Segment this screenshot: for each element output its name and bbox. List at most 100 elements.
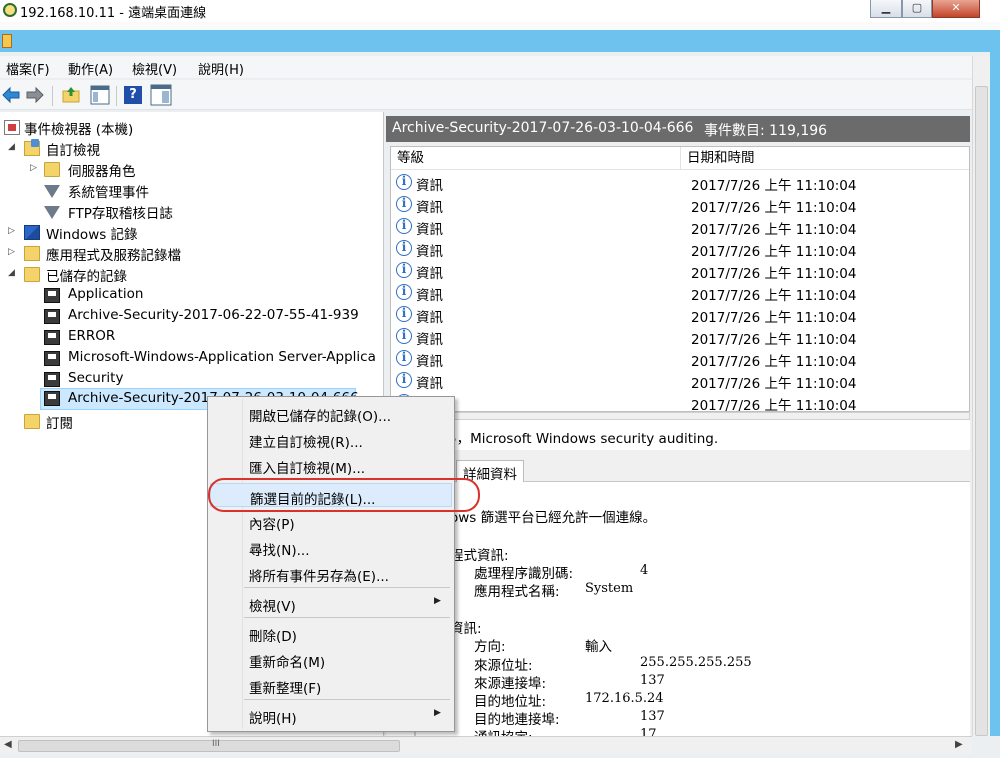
expanded-arrow-icon[interactable]: ◢ [8,142,15,152]
collapsed-arrow-icon[interactable]: ▷ [8,247,15,257]
up-folder-icon[interactable] [62,86,80,104]
horizontal-scrollbar[interactable]: ◀ III ▶ [0,736,972,754]
event-level: 資訊 [416,178,443,194]
menu-item-find[interactable]: 尋找(N)... [208,535,454,559]
info-icon: i [396,196,412,212]
event-datetime: 2017/7/26 上午 11:10:04 [691,178,857,194]
forward-arrow-icon[interactable] [26,86,44,104]
scrollbar-thumb[interactable] [18,740,400,752]
protocol-value: 17 [640,727,657,736]
back-arrow-icon[interactable] [2,86,20,104]
source-port-label: 來源連接埠: [474,676,547,692]
tree-item-label: 伺服器角色 [68,164,136,180]
menu-item-refresh[interactable]: 重新整理(F) [208,673,454,697]
table-row[interactable]: i資訊2017/7/26 上午 11:10:04 [391,391,969,412]
scrollbar-grip: III [212,739,220,749]
column-header-level[interactable]: 等級 [391,147,681,170]
protocol-label: 通訊協定: [474,726,533,736]
event-viewer-icon [4,120,20,135]
tree-item-label: Security [68,370,124,386]
menu-item-label: 匯入自訂檢視(M)... [249,461,366,477]
menu-item-help[interactable]: 說明(H) ▶ [208,703,454,727]
event-datetime: 2017/7/26 上午 11:10:04 [691,398,857,412]
menu-item-delete[interactable]: 刪除(D) [208,621,454,645]
event-datetime: 2017/7/26 上午 11:10:04 [691,354,857,370]
column-header-datetime[interactable]: 日期和時間 [681,147,969,170]
context-menu: 開啟已儲存的記錄(O)... 建立自訂檢視(R)... 匯入自訂檢視(M)...… [207,396,455,732]
event-datetime: 2017/7/26 上午 11:10:04 [691,288,857,304]
menu-help[interactable]: 說明(H) [198,59,244,78]
table-row[interactable]: i資訊2017/7/26 上午 11:10:04 [391,347,969,370]
destination-address-label: 目的地位址: [474,694,547,710]
saved-log-icon [44,351,60,366]
event-datetime: 2017/7/26 上午 11:10:04 [691,376,857,392]
menu-item-properties[interactable]: 內容(P) [208,509,454,533]
menu-item-open-saved-log[interactable]: 開啟已儲存的記錄(O)... [208,401,454,425]
event-level: 資訊 [416,222,443,238]
expanded-arrow-icon[interactable]: ◢ [8,268,15,278]
menu-item-rename[interactable]: 重新命名(M) [208,647,454,671]
tree-item-label: 訂閱 [46,416,73,432]
scroll-right-arrow-icon[interactable]: ▶ [955,739,963,750]
maximize-button[interactable]: ▢ [902,0,932,18]
info-icon: i [396,306,412,322]
tree-item-label: Archive-Security-2017-06-22-07-55-41-939 [68,307,359,323]
tree-item-label: 自訂檢視 [46,143,100,159]
info-icon: i [396,284,412,300]
tree-item-saved-log[interactable]: Microsoft-Windows-Application Server-App… [0,348,382,369]
event-datetime: 2017/7/26 上午 11:10:04 [691,310,857,326]
event-table-scrollbar[interactable] [390,412,970,420]
menu-item-import-custom-view[interactable]: 匯入自訂檢視(M)... [208,453,454,477]
event-level: 資訊 [416,310,443,326]
protocol-row-clip: 通訊協定: 17 [440,724,970,736]
scrollbar-thumb[interactable] [975,86,988,736]
menu-item-label: 建立自訂檢視(R)... [249,435,363,451]
collapsed-arrow-icon[interactable]: ▷ [30,163,37,173]
event-level: 資訊 [416,332,443,348]
table-row[interactable]: i資訊2017/7/26 上午 11:10:04 [391,259,969,282]
remote-desktop-icon [3,3,17,17]
table-row[interactable]: i資訊2017/7/26 上午 11:10:04 [391,237,969,260]
minimize-button[interactable]: ▁ [870,0,902,18]
subscriptions-icon [24,414,40,429]
collapsed-arrow-icon[interactable]: ▷ [8,226,15,236]
menu-item-view[interactable]: 檢視(V) ▶ [208,591,454,615]
submenu-arrow-icon: ▶ [434,708,441,718]
rdp-title-bar: 192.168.10.11 - 遠端桌面連線 ▁ ▢ ✕ [0,0,1000,22]
table-row[interactable]: i資訊2017/7/26 上午 11:10:04 [391,325,969,348]
log-name: Archive-Security-2017-07-26-03-10-04-666 [392,120,694,136]
show-hide-action-pane-icon[interactable] [150,84,172,106]
close-button[interactable]: ✕ [932,0,980,18]
menu-view[interactable]: 檢視(V) [132,59,177,78]
direction-value: 輸入 [585,639,612,655]
window-vertical-scrollbar[interactable] [972,56,990,736]
menu-file[interactable]: 檔案(F) [6,59,50,78]
menu-item-label: 檢視(V) [249,599,296,615]
app-name-label: 應用程式名稱: [474,584,560,600]
menu-item-label: 說明(H) [249,711,297,727]
app-name-value: System [585,581,634,596]
table-row[interactable]: i資訊2017/7/26 上午 11:10:04 [391,369,969,392]
event-level: 資訊 [416,354,443,370]
menu-item-create-custom-view[interactable]: 建立自訂檢視(R)... [208,427,454,451]
scroll-left-arrow-icon[interactable]: ◀ [4,739,12,750]
saved-log-icon [44,309,60,324]
menu-item-label: 尋找(N)... [249,543,310,559]
event-count: 事件數目: 119,196 [704,123,828,139]
help-icon[interactable]: ? [124,86,142,104]
table-row[interactable]: i資訊2017/7/26 上午 11:10:04 [391,215,969,238]
menu-item-save-all-events-as[interactable]: 將所有事件另存為(E)... [208,561,454,585]
menu-bar: 檔案(F) 動作(A) 檢視(V) 說明(H) [0,56,972,78]
tree-item-label: 應用程式及服務記錄檔 [46,248,181,264]
table-row[interactable]: i資訊2017/7/26 上午 11:10:04 [391,281,969,304]
table-row[interactable]: i資訊2017/7/26 上午 11:10:04 [391,171,969,194]
show-hide-console-tree-icon[interactable] [90,85,110,105]
saved-log-icon [44,391,60,406]
info-icon: i [396,328,412,344]
table-row[interactable]: i資訊 2017/7/26 上午 11:10:04 [391,303,969,326]
table-row[interactable]: i資訊2017/7/26 上午 11:10:04 [391,193,969,216]
menu-action[interactable]: 動作(A) [68,59,113,78]
menu-separator [244,699,450,700]
event-datetime: 2017/7/26 上午 11:10:04 [691,222,857,238]
tree-item-label: Windows 記錄 [46,227,138,243]
